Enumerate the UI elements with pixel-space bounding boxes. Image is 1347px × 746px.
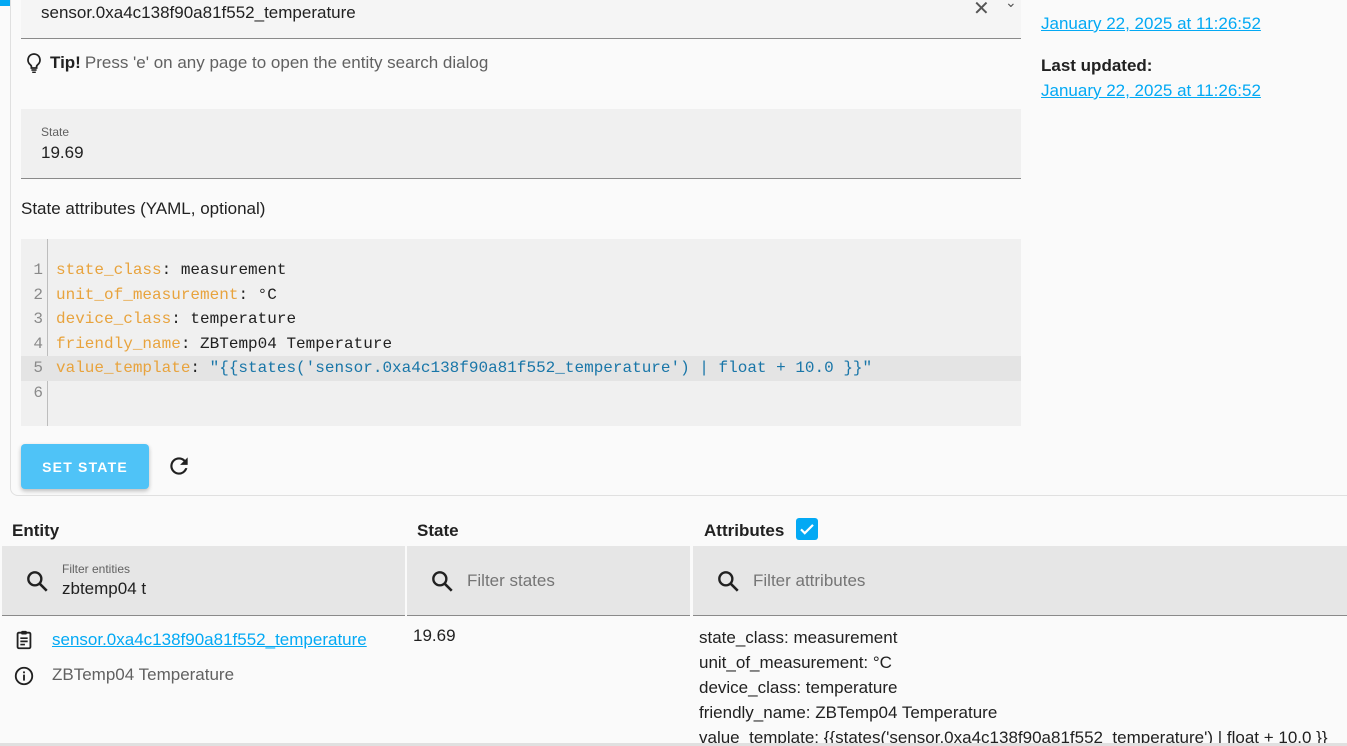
last-updated-link[interactable]: January 22, 2025 at 11:26:52 <box>1041 81 1261 101</box>
yaml-value: temperature <box>190 310 297 328</box>
line-number: 3 <box>33 310 43 328</box>
lightbulb-icon <box>27 53 41 73</box>
column-header-state[interactable]: State <box>417 521 459 541</box>
entity-picker[interactable]: sensor.0xa4c138f90a81f552_temperature ✕ … <box>21 0 1021 39</box>
last-changed-label-cropped <box>1041 0 1046 10</box>
attribute-line: unit_of_measurement: °C <box>699 653 892 672</box>
state-input[interactable]: State 19.69 <box>21 109 1021 179</box>
line-number: 5 <box>33 359 43 377</box>
attributes-filter-input[interactable]: Filter attributes <box>693 546 1347 616</box>
yaml-separator: : <box>190 359 210 377</box>
attributes-editor-label: State attributes (YAML, optional) <box>21 199 266 218</box>
line-number: 1 <box>33 261 43 279</box>
line-number: 2 <box>33 285 43 304</box>
info-icon[interactable] <box>13 665 35 687</box>
attribute-line: friendly_name: ZBTemp04 Temperature <box>699 703 998 722</box>
code-line[interactable]: 1 state_class: measurement <box>21 258 1021 283</box>
search-icon <box>432 571 453 592</box>
tip-banner: Tip! Press 'e' on any page to open the e… <box>22 50 488 76</box>
attributes-filter-placeholder: Filter attributes <box>753 571 866 590</box>
last-updated-label: Last updated: <box>1041 56 1153 75</box>
yaml-value: ZBTemp04 Temperature <box>200 334 393 353</box>
entity-state-value: 19.69 <box>413 626 456 645</box>
column-header-attributes[interactable]: Attributes <box>704 521 784 541</box>
code-line[interactable]: 6 <box>21 381 1021 406</box>
entity-filter-label: Filter entities <box>62 562 131 576</box>
set-state-button[interactable]: SET STATE <box>21 444 149 489</box>
yaml-key: friendly_name <box>56 334 181 353</box>
entity-filter-value: zbtemp04 t <box>62 579 147 598</box>
tip-text: Press 'e' on any page to open the entity… <box>84 53 489 72</box>
attribute-line: device_class: temperature <box>699 678 898 697</box>
entity-picker-value: sensor.0xa4c138f90a81f552_temperature <box>41 3 356 22</box>
clipboard-icon[interactable] <box>13 629 35 651</box>
attributes-checkbox[interactable] <box>796 518 818 540</box>
entity-id-link[interactable]: sensor.0xa4c138f90a81f552_temperature <box>52 630 367 650</box>
checkbox-checked-icon <box>800 524 814 535</box>
state-filter-input[interactable]: Filter states <box>407 546 690 616</box>
entity-friendly-name: ZBTemp04 Temperature <box>52 665 235 684</box>
refresh-icon[interactable] <box>166 453 192 479</box>
yaml-key: value_template <box>56 359 191 377</box>
yaml-value: °C <box>257 285 277 304</box>
yaml-value: measurement <box>180 261 287 279</box>
yaml-key: device_class <box>56 310 172 328</box>
yaml-key: unit_of_measurement <box>56 285 239 304</box>
tip-label: Tip! <box>50 53 81 72</box>
state-input-label: State <box>41 125 70 139</box>
code-line-active[interactable]: 5 value_template: "{{states('sensor.0xa4… <box>21 356 1021 381</box>
code-line[interactable]: 3 device_class: temperature <box>21 307 1021 332</box>
yaml-separator: : <box>180 334 201 353</box>
yaml-key: state_class <box>56 261 162 279</box>
yaml-separator: : <box>238 285 258 304</box>
column-header-entity[interactable]: Entity <box>12 521 59 541</box>
entity-attributes-cell: state_class: measurement unit_of_measure… <box>699 625 1328 746</box>
state-input-value: 19.69 <box>41 143 84 162</box>
yaml-separator: : <box>161 261 181 279</box>
line-number: 6 <box>33 383 43 402</box>
line-number: 4 <box>33 334 43 353</box>
code-line[interactable]: 4 friendly_name: ZBTemp04 Temperature <box>21 332 1021 357</box>
search-icon <box>27 571 48 592</box>
entity-filter-input[interactable]: Filter entities zbtemp04 t <box>2 546 405 616</box>
close-icon[interactable]: ✕ <box>973 0 990 21</box>
yaml-separator: : <box>171 310 191 328</box>
state-filter-placeholder: Filter states <box>467 571 555 590</box>
search-icon <box>718 571 739 592</box>
yaml-value: "{{states('sensor.0xa4c138f90a81f552_tem… <box>209 359 873 377</box>
last-changed-link[interactable]: January 22, 2025 at 11:26:52 <box>1041 14 1261 34</box>
code-line[interactable]: 2 unit_of_measurement: °C <box>21 283 1021 308</box>
yaml-code-editor[interactable]: 1 state_class: measurement 2 unit_of_mea… <box>21 239 1021 426</box>
chevron-down-icon[interactable]: ⌄ <box>1005 0 1017 11</box>
attribute-line: state_class: measurement <box>699 628 898 647</box>
